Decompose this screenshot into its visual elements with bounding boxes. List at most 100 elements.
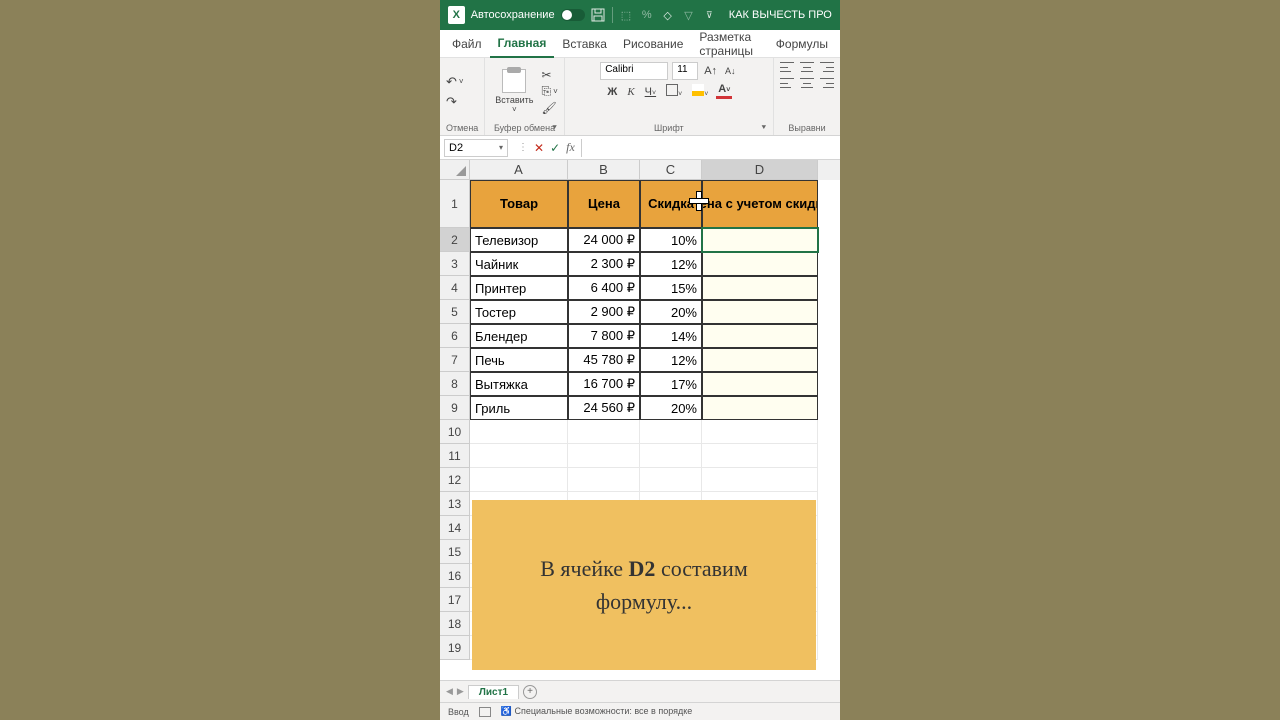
row-header[interactable]: 6 [440, 324, 470, 348]
cell[interactable]: Печь [470, 348, 568, 372]
cell[interactable]: 12% [640, 252, 702, 276]
align-top-icon[interactable] [780, 62, 794, 72]
column-header-A[interactable]: A [470, 160, 568, 180]
row-header[interactable]: 8 [440, 372, 470, 396]
sheet-tab[interactable]: Лист1 [468, 685, 519, 699]
font-color-button[interactable]: А˅ [716, 84, 732, 99]
row-header[interactable]: 5 [440, 300, 470, 324]
autosave-toggle[interactable] [561, 9, 585, 21]
cell[interactable] [702, 468, 818, 492]
cell[interactable] [470, 420, 568, 444]
column-header-B[interactable]: B [568, 160, 640, 180]
cell[interactable]: 45 780 ₽ [568, 348, 640, 372]
cell[interactable] [568, 468, 640, 492]
qat-customize-icon[interactable]: ⊽ [702, 7, 717, 23]
enter-icon[interactable]: ✓ [550, 141, 560, 155]
border-button[interactable]: ˅ [664, 84, 684, 99]
select-all-corner[interactable] [440, 160, 470, 180]
row-header[interactable]: 4 [440, 276, 470, 300]
row-header[interactable]: 7 [440, 348, 470, 372]
row-header[interactable]: 12 [440, 468, 470, 492]
fx-icon[interactable]: fx [566, 140, 575, 155]
column-header-C[interactable]: C [640, 160, 702, 180]
cell[interactable]: Принтер [470, 276, 568, 300]
row-header[interactable]: 18 [440, 612, 470, 636]
table-header-cell[interactable]: Цена с учетом скидки [702, 180, 818, 228]
row-header[interactable]: 15 [440, 540, 470, 564]
cell[interactable] [640, 420, 702, 444]
cell[interactable]: Телевизор [470, 228, 568, 252]
column-header-D[interactable]: D [702, 160, 818, 180]
cell[interactable]: 16 700 ₽ [568, 372, 640, 396]
cell[interactable]: Блендер [470, 324, 568, 348]
row-header[interactable]: 14 [440, 516, 470, 540]
cell[interactable]: 24 000 ₽ [568, 228, 640, 252]
cell[interactable]: 6 400 ₽ [568, 276, 640, 300]
ribbon-tab-4[interactable]: Разметка страницы [691, 30, 767, 58]
cell[interactable] [702, 348, 818, 372]
cell[interactable]: 14% [640, 324, 702, 348]
fill-color-button[interactable]: ˅ [690, 84, 710, 99]
copy-button[interactable]: ⎘˅ [541, 84, 557, 99]
align-middle-icon[interactable] [800, 62, 814, 72]
cell[interactable] [640, 444, 702, 468]
ribbon-tab-3[interactable]: Рисование [615, 30, 691, 58]
row-header[interactable]: 1 [440, 180, 470, 228]
ribbon-tab-5[interactable]: Формулы [768, 30, 836, 58]
ribbon-tab-1[interactable]: Главная [490, 30, 555, 58]
table-header-cell[interactable]: Скидка [640, 180, 702, 228]
cell[interactable]: Вытяжка [470, 372, 568, 396]
decrease-font-icon[interactable]: A↓ [723, 66, 738, 76]
align-bottom-icon[interactable] [820, 62, 834, 72]
cell[interactable]: Чайник [470, 252, 568, 276]
cell[interactable] [470, 444, 568, 468]
ribbon-tab-2[interactable]: Вставка [554, 30, 615, 58]
row-header[interactable]: 19 [440, 636, 470, 660]
filter-icon[interactable]: ▽ [681, 7, 696, 23]
qat-icon-1[interactable]: ⬚ [618, 7, 633, 23]
cell[interactable]: 2 300 ₽ [568, 252, 640, 276]
formula-input[interactable] [581, 139, 840, 157]
save-icon[interactable] [591, 7, 606, 23]
row-header[interactable]: 16 [440, 564, 470, 588]
font-size-select[interactable]: 11 [672, 62, 698, 80]
table-header-cell[interactable]: Цена [568, 180, 640, 228]
cell[interactable] [702, 396, 818, 420]
cell[interactable] [702, 300, 818, 324]
cell[interactable]: Гриль [470, 396, 568, 420]
sheet-nav-next-icon[interactable]: ▶ [457, 686, 464, 697]
name-box[interactable]: D2▾ [444, 139, 508, 157]
cell[interactable] [568, 444, 640, 468]
table-header-cell[interactable]: Товар [470, 180, 568, 228]
cell[interactable]: 20% [640, 396, 702, 420]
undo-button[interactable]: ↶˅ [446, 74, 464, 90]
paste-button[interactable]: Вставить ˅ [491, 69, 537, 114]
cell[interactable]: 15% [640, 276, 702, 300]
underline-button[interactable]: Ч˅ [643, 86, 658, 98]
font-dialog-icon[interactable]: ⯆ [761, 123, 767, 133]
cell[interactable] [568, 420, 640, 444]
add-sheet-button[interactable]: + [523, 685, 537, 699]
align-right-icon[interactable] [820, 78, 834, 88]
cut-button[interactable]: ✂ [541, 68, 557, 82]
row-header[interactable]: 13 [440, 492, 470, 516]
cell[interactable] [702, 444, 818, 468]
redo-button[interactable]: ↷ [446, 94, 464, 110]
increase-font-icon[interactable]: A↑ [702, 65, 719, 77]
clipboard-dialog-icon[interactable]: ⯆ [551, 123, 557, 133]
formula-menu-icon[interactable]: ⋮ [518, 142, 528, 153]
cell[interactable] [640, 468, 702, 492]
cell[interactable]: 2 900 ₽ [568, 300, 640, 324]
qat-icon-2[interactable]: % [639, 7, 654, 23]
italic-button[interactable]: К [625, 86, 636, 98]
cell[interactable] [702, 276, 818, 300]
cell[interactable] [702, 372, 818, 396]
font-name-select[interactable]: Calibri [600, 62, 668, 80]
cell[interactable] [702, 420, 818, 444]
cell[interactable]: 17% [640, 372, 702, 396]
row-header[interactable]: 10 [440, 420, 470, 444]
macro-record-icon[interactable] [479, 707, 491, 717]
align-left-icon[interactable] [780, 78, 794, 88]
cell[interactable]: 10% [640, 228, 702, 252]
row-header[interactable]: 17 [440, 588, 470, 612]
